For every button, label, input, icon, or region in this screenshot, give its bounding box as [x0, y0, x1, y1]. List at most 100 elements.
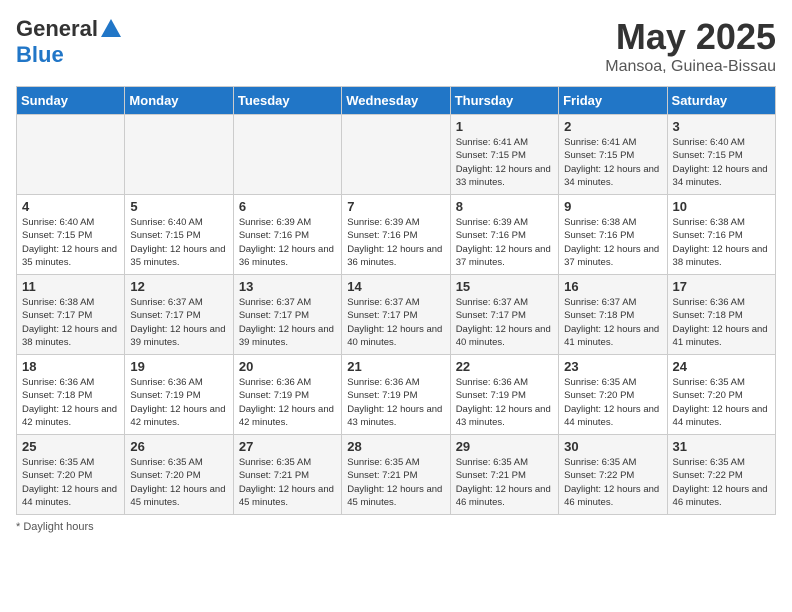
- calendar-cell: 3 Sunrise: 6:40 AMSunset: 7:15 PMDaylight…: [667, 115, 775, 195]
- cell-info: Sunrise: 6:41 AMSunset: 7:15 PMDaylight:…: [456, 136, 553, 189]
- cell-info: Sunrise: 6:37 AMSunset: 7:17 PMDaylight:…: [347, 296, 444, 349]
- cell-info: Sunrise: 6:35 AMSunset: 7:20 PMDaylight:…: [564, 376, 661, 429]
- day-number: 30: [564, 439, 661, 454]
- calendar-cell: 29 Sunrise: 6:35 AMSunset: 7:21 PMDayligh…: [450, 435, 558, 515]
- calendar-cell: 12 Sunrise: 6:37 AMSunset: 7:17 PMDayligh…: [125, 275, 233, 355]
- day-number: 1: [456, 119, 553, 134]
- calendar-cell: 17 Sunrise: 6:36 AMSunset: 7:18 PMDayligh…: [667, 275, 775, 355]
- cell-info: Sunrise: 6:37 AMSunset: 7:17 PMDaylight:…: [130, 296, 227, 349]
- cell-info: Sunrise: 6:36 AMSunset: 7:19 PMDaylight:…: [347, 376, 444, 429]
- calendar-week-4: 18 Sunrise: 6:36 AMSunset: 7:18 PMDayligh…: [17, 355, 776, 435]
- day-number: 9: [564, 199, 661, 214]
- calendar-cell: 4 Sunrise: 6:40 AMSunset: 7:15 PMDaylight…: [17, 195, 125, 275]
- dow-thursday: Thursday: [450, 87, 558, 115]
- calendar-cell: 18 Sunrise: 6:36 AMSunset: 7:18 PMDayligh…: [17, 355, 125, 435]
- calendar-cell: 21 Sunrise: 6:36 AMSunset: 7:19 PMDayligh…: [342, 355, 450, 435]
- calendar-cell: 28Sunrise: 6:35 AMSunset: 7:21 PMDayligh…: [342, 435, 450, 515]
- calendar-cell: 20Sunrise: 6:36 AMSunset: 7:19 PMDayligh…: [233, 355, 341, 435]
- calendar-cell: 5Sunrise: 6:40 AMSunset: 7:15 PMDaylight…: [125, 195, 233, 275]
- calendar-cell: [233, 115, 341, 195]
- page-subtitle: Mansoa, Guinea-Bissau: [605, 58, 776, 76]
- calendar-cell: 7 Sunrise: 6:39 AMSunset: 7:16 PMDaylight…: [342, 195, 450, 275]
- calendar-cell: [342, 115, 450, 195]
- cell-info: Sunrise: 6:36 AMSunset: 7:18 PMDaylight:…: [22, 376, 119, 429]
- calendar-cell: 25 Sunrise: 6:35 AMSunset: 7:20 PMDayligh…: [17, 435, 125, 515]
- day-number: 13: [239, 279, 336, 294]
- days-of-week-header: SundayMondayTuesdayWednesdayThursdayFrid…: [17, 87, 776, 115]
- cell-info: Sunrise: 6:39 AMSunset: 7:16 PMDaylight:…: [456, 216, 553, 269]
- calendar-week-1: 1 Sunrise: 6:41 AMSunset: 7:15 PMDaylight…: [17, 115, 776, 195]
- calendar-cell: 31 Sunrise: 6:35 AMSunset: 7:22 PMDayligh…: [667, 435, 775, 515]
- dow-tuesday: Tuesday: [233, 87, 341, 115]
- day-number: 22: [456, 359, 553, 374]
- dow-sunday: Sunday: [17, 87, 125, 115]
- calendar-cell: 8 Sunrise: 6:39 AMSunset: 7:16 PMDaylight…: [450, 195, 558, 275]
- calendar-body: 1 Sunrise: 6:41 AMSunset: 7:15 PMDaylight…: [17, 115, 776, 515]
- calendar-cell: 15Sunrise: 6:37 AMSunset: 7:17 PMDayligh…: [450, 275, 558, 355]
- logo-blue-text: Blue: [16, 42, 64, 68]
- calendar-cell: [125, 115, 233, 195]
- day-number: 10: [673, 199, 770, 214]
- cell-info: Sunrise: 6:38 AMSunset: 7:16 PMDaylight:…: [564, 216, 661, 269]
- cell-info: Sunrise: 6:41 AMSunset: 7:15 PMDaylight:…: [564, 136, 661, 189]
- day-number: 3: [673, 119, 770, 134]
- calendar-cell: 16Sunrise: 6:37 AMSunset: 7:18 PMDayligh…: [559, 275, 667, 355]
- day-number: 4: [22, 199, 119, 214]
- day-number: 29: [456, 439, 553, 454]
- cell-info: Sunrise: 6:35 AMSunset: 7:20 PMDaylight:…: [673, 376, 770, 429]
- calendar-cell: 2 Sunrise: 6:41 AMSunset: 7:15 PMDaylight…: [559, 115, 667, 195]
- calendar-cell: 26Sunrise: 6:35 AMSunset: 7:20 PMDayligh…: [125, 435, 233, 515]
- footer-note: * Daylight hours: [16, 521, 776, 533]
- cell-info: Sunrise: 6:36 AMSunset: 7:19 PMDaylight:…: [239, 376, 336, 429]
- day-number: 14: [347, 279, 444, 294]
- calendar-week-2: 4 Sunrise: 6:40 AMSunset: 7:15 PMDaylight…: [17, 195, 776, 275]
- cell-info: Sunrise: 6:38 AMSunset: 7:16 PMDaylight:…: [673, 216, 770, 269]
- cell-info: Sunrise: 6:35 AMSunset: 7:20 PMDaylight:…: [130, 456, 227, 509]
- dow-monday: Monday: [125, 87, 233, 115]
- calendar-week-3: 11Sunrise: 6:38 AMSunset: 7:17 PMDayligh…: [17, 275, 776, 355]
- day-number: 7: [347, 199, 444, 214]
- logo-general-text: General: [16, 16, 98, 42]
- cell-info: Sunrise: 6:35 AMSunset: 7:21 PMDaylight:…: [456, 456, 553, 509]
- day-number: 11: [22, 279, 119, 294]
- day-number: 12: [130, 279, 227, 294]
- day-number: 16: [564, 279, 661, 294]
- day-number: 2: [564, 119, 661, 134]
- day-number: 28: [347, 439, 444, 454]
- day-number: 17: [673, 279, 770, 294]
- dow-wednesday: Wednesday: [342, 87, 450, 115]
- logo: General Blue: [16, 16, 121, 68]
- cell-info: Sunrise: 6:35 AMSunset: 7:22 PMDaylight:…: [673, 456, 770, 509]
- cell-info: Sunrise: 6:35 AMSunset: 7:22 PMDaylight:…: [564, 456, 661, 509]
- cell-info: Sunrise: 6:40 AMSunset: 7:15 PMDaylight:…: [673, 136, 770, 189]
- calendar-cell: 11Sunrise: 6:38 AMSunset: 7:17 PMDayligh…: [17, 275, 125, 355]
- calendar-table: SundayMondayTuesdayWednesdayThursdayFrid…: [16, 86, 776, 515]
- calendar-cell: 14 Sunrise: 6:37 AMSunset: 7:17 PMDayligh…: [342, 275, 450, 355]
- cell-info: Sunrise: 6:35 AMSunset: 7:20 PMDaylight:…: [22, 456, 119, 509]
- cell-info: Sunrise: 6:40 AMSunset: 7:15 PMDaylight:…: [130, 216, 227, 269]
- page-header: General Blue May 2025 Mansoa, Guinea-Bis…: [16, 16, 776, 76]
- day-number: 19: [130, 359, 227, 374]
- day-number: 25: [22, 439, 119, 454]
- day-number: 8: [456, 199, 553, 214]
- calendar-week-5: 25 Sunrise: 6:35 AMSunset: 7:20 PMDayligh…: [17, 435, 776, 515]
- day-number: 6: [239, 199, 336, 214]
- day-number: 21: [347, 359, 444, 374]
- calendar-cell: 1 Sunrise: 6:41 AMSunset: 7:15 PMDaylight…: [450, 115, 558, 195]
- calendar-cell: 10 Sunrise: 6:38 AMSunset: 7:16 PMDayligh…: [667, 195, 775, 275]
- day-number: 31: [673, 439, 770, 454]
- cell-info: Sunrise: 6:40 AMSunset: 7:15 PMDaylight:…: [22, 216, 119, 269]
- calendar-cell: 30 Sunrise: 6:35 AMSunset: 7:22 PMDayligh…: [559, 435, 667, 515]
- page-title: May 2025: [605, 16, 776, 58]
- calendar-cell: 27Sunrise: 6:35 AMSunset: 7:21 PMDayligh…: [233, 435, 341, 515]
- day-number: 24: [673, 359, 770, 374]
- calendar-cell: 23Sunrise: 6:35 AMSunset: 7:20 PMDayligh…: [559, 355, 667, 435]
- cell-info: Sunrise: 6:35 AMSunset: 7:21 PMDaylight:…: [239, 456, 336, 509]
- cell-info: Sunrise: 6:36 AMSunset: 7:19 PMDaylight:…: [456, 376, 553, 429]
- day-number: 18: [22, 359, 119, 374]
- cell-info: Sunrise: 6:37 AMSunset: 7:17 PMDaylight:…: [239, 296, 336, 349]
- cell-info: Sunrise: 6:36 AMSunset: 7:19 PMDaylight:…: [130, 376, 227, 429]
- cell-info: Sunrise: 6:36 AMSunset: 7:18 PMDaylight:…: [673, 296, 770, 349]
- logo-triangle-icon: [101, 19, 121, 37]
- cell-info: Sunrise: 6:39 AMSunset: 7:16 PMDaylight:…: [347, 216, 444, 269]
